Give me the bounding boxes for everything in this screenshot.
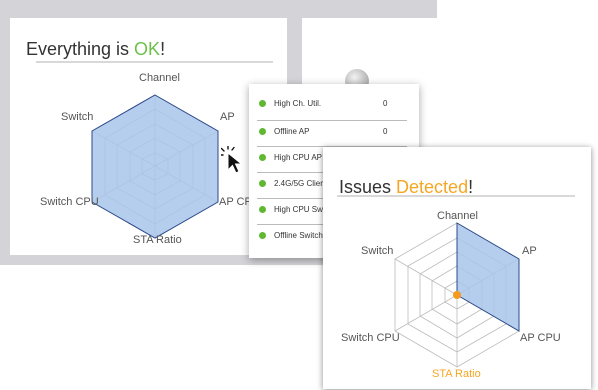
list-item-label: Offline Switch	[274, 231, 323, 240]
list-item-label: Offline AP	[274, 127, 310, 136]
list-item-label: High Ch. Util.	[274, 99, 322, 108]
ok-axis-ap: AP	[220, 111, 235, 123]
list-item-count: 0	[383, 99, 388, 108]
ok-radar-area	[91, 94, 219, 239]
issues-axis-channel: Channel	[437, 210, 478, 222]
list-item[interactable]: Offline AP 0	[249, 119, 419, 145]
status-dot-icon	[259, 100, 266, 107]
list-item-label: 2.4G/5G Clien	[274, 179, 325, 188]
status-dot-icon	[259, 180, 266, 187]
issues-axis-switch-cpu: Switch CPU	[341, 332, 400, 344]
issues-axis-switch: Switch	[361, 245, 394, 257]
ok-axis-channel: Channel	[139, 72, 180, 84]
status-dot-icon	[259, 206, 266, 213]
issues-radar-chart	[394, 222, 520, 368]
ok-axis-sta-ratio: STA Ratio	[133, 234, 182, 246]
list-item-label: High CPU Sw	[274, 205, 323, 214]
list-item[interactable]: High Ch. Util. 0	[249, 91, 419, 117]
status-dot-icon	[259, 232, 266, 239]
issues-axis-ap: AP	[522, 245, 537, 257]
issues-axis-ap-cpu: AP CPU	[520, 332, 561, 344]
status-card-issues: Issues Detected! Channel AP AP CPU STA R…	[323, 147, 591, 389]
issues-sta-ratio-point	[453, 291, 461, 299]
ok-axis-switch-cpu: Switch CPU	[40, 196, 99, 208]
ok-axis-ap-cpu: AP CP	[219, 196, 252, 208]
list-item-count: 0	[383, 127, 388, 136]
status-dot-icon	[259, 154, 266, 161]
click-cursor-icon	[221, 146, 243, 174]
status-dot-icon	[259, 128, 266, 135]
list-item-label: High CPU AP	[274, 153, 323, 162]
issues-radar-area	[456, 222, 520, 332]
issues-axis-sta-ratio: STA Ratio	[432, 368, 481, 380]
ok-axis-switch: Switch	[61, 111, 94, 123]
